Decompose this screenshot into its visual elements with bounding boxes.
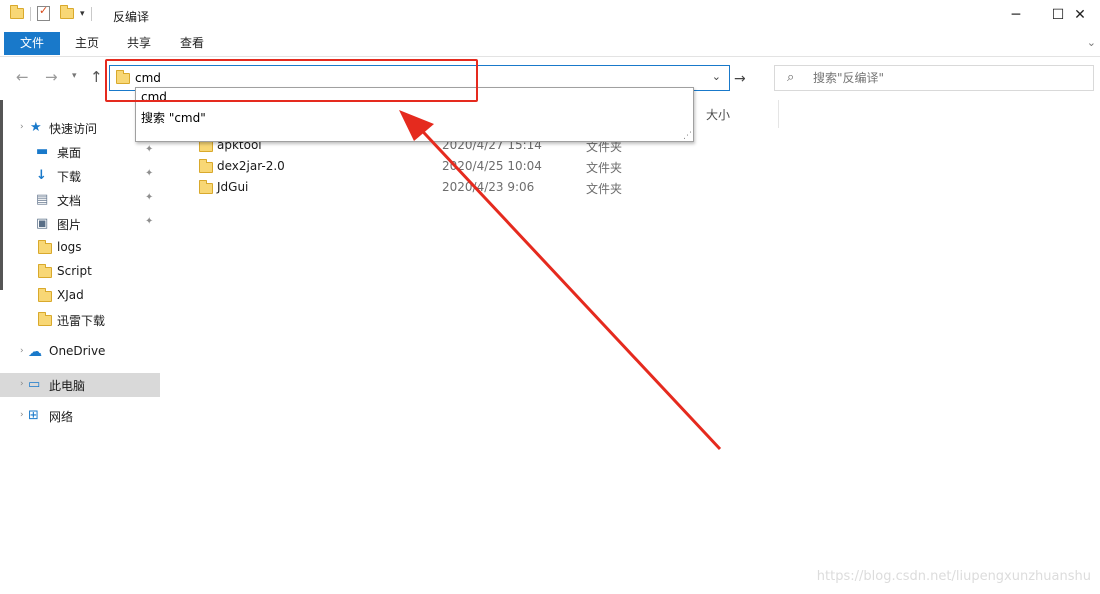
- sidebar-item-label: 快速访问: [49, 122, 98, 136]
- close-button[interactable]: ✕: [1060, 4, 1100, 28]
- folder-icon: [199, 159, 213, 173]
- folder-icon: [10, 5, 24, 19]
- desktop-icon: ▬: [36, 144, 49, 159]
- sidebar-item-label: 此电脑: [49, 379, 86, 393]
- sidebar-item-onedrive[interactable]: › ☁ OneDrive: [0, 340, 160, 364]
- sidebar-item-thunder-downloads[interactable]: 迅雷下载: [0, 308, 160, 332]
- sidebar-item-xjad[interactable]: XJad: [0, 284, 160, 308]
- cloud-icon: ☁: [28, 344, 42, 360]
- file-row-jdgui[interactable]: JdGui 2020/4/23 9:06 文件夹: [199, 177, 659, 197]
- watermark-text: https://blog.csdn.net/liupengxunzhuanshu: [816, 569, 1091, 584]
- annotation-highlight-box: [105, 59, 478, 102]
- sidebar-item-label: Script: [57, 264, 92, 278]
- recent-locations-icon[interactable]: ▾: [72, 71, 77, 81]
- document-icon: ▤: [36, 192, 49, 207]
- star-icon: ★: [30, 120, 42, 135]
- sidebar-item-label: XJad: [57, 288, 84, 302]
- pictures-icon: ▣: [36, 216, 49, 231]
- file-name: JdGui: [217, 180, 249, 194]
- pin-icon[interactable]: ✦: [145, 168, 153, 179]
- up-arrow-icon[interactable]: ↑: [90, 68, 103, 86]
- sidebar-item-label: 迅雷下载: [57, 314, 106, 328]
- sidebar-item-label: 图片: [57, 218, 82, 232]
- file-date: 2020/4/25 10:04: [442, 159, 542, 173]
- folder-icon: [199, 180, 213, 194]
- expand-chevron-icon[interactable]: ›: [20, 410, 24, 420]
- file-type: 文件夹: [586, 161, 623, 175]
- search-icon: ⌕: [787, 70, 795, 85]
- navigation-pane: › ★ 快速访问 ▬ 桌面 ✦ ↓ 下载 ✦ ▤ 文档 ✦ ▣ 图片 ✦ log…: [0, 112, 161, 442]
- properties-icon[interactable]: [37, 4, 50, 21]
- toolbar-separator: [90, 6, 92, 21]
- network-icon: ⊞: [28, 408, 39, 423]
- file-type: 文件夹: [586, 182, 623, 196]
- sidebar-item-desktop[interactable]: ▬ 桌面 ✦: [0, 140, 160, 164]
- back-arrow-icon[interactable]: ←: [16, 68, 29, 86]
- forward-arrow-icon[interactable]: →: [45, 68, 58, 86]
- address-history-chevron-icon[interactable]: ⌄: [712, 70, 721, 83]
- sidebar-item-label: 文档: [57, 194, 82, 208]
- sidebar-item-pictures[interactable]: ▣ 图片 ✦: [0, 212, 160, 236]
- sidebar-item-downloads[interactable]: ↓ 下载 ✦: [0, 164, 160, 188]
- ribbon-tabs: 文件 主页 共享 查看 ⌄: [0, 32, 1100, 56]
- search-input[interactable]: [813, 71, 1083, 85]
- file-date: 2020/4/23 9:06: [442, 180, 535, 194]
- expand-chevron-icon[interactable]: ›: [20, 346, 24, 356]
- download-icon: ↓: [36, 168, 47, 183]
- folder-icon: [38, 312, 52, 326]
- window-title: 反编译: [113, 10, 150, 24]
- sidebar-item-script[interactable]: Script: [0, 260, 160, 284]
- sidebar-item-label: 下载: [57, 170, 82, 184]
- sidebar-item-label: OneDrive: [49, 344, 106, 358]
- folder-icon: [38, 288, 52, 302]
- column-header-size[interactable]: 大小: [706, 106, 730, 123]
- suggestion-search-cmd[interactable]: 搜索 "cmd": [141, 109, 206, 126]
- quick-access-toolbar: ▾: [10, 4, 92, 21]
- expand-chevron-icon[interactable]: ›: [20, 122, 24, 132]
- sidebar-item-network[interactable]: › ⊞ 网络: [0, 404, 160, 428]
- customize-toolbar-icon[interactable]: ▾: [80, 9, 85, 19]
- computer-icon: ▭: [28, 377, 41, 392]
- column-divider[interactable]: [778, 100, 779, 128]
- new-folder-icon[interactable]: [60, 5, 74, 19]
- file-name: dex2jar-2.0: [217, 159, 285, 173]
- sidebar-item-this-pc[interactable]: › ▭ 此电脑: [0, 373, 160, 397]
- tab-file[interactable]: 文件: [4, 32, 60, 55]
- title-bar: ▾ 反编译 ─ ☐ ✕: [0, 0, 1100, 32]
- file-row-dex2jar[interactable]: dex2jar-2.0 2020/4/25 10:04 文件夹: [199, 156, 659, 176]
- minimize-button[interactable]: ─: [993, 4, 1039, 28]
- toolbar-separator: [30, 6, 31, 21]
- sidebar-item-label: 网络: [49, 410, 74, 424]
- tab-share[interactable]: 共享: [118, 32, 160, 55]
- go-arrow-icon[interactable]: →: [734, 71, 746, 87]
- resize-grip-icon[interactable]: ⋰: [683, 132, 692, 141]
- ribbon-divider: [0, 56, 1100, 57]
- pin-icon[interactable]: ✦: [145, 144, 153, 155]
- folder-icon: [38, 264, 52, 278]
- expand-chevron-icon[interactable]: ›: [20, 379, 24, 389]
- folder-icon: [199, 138, 213, 152]
- folder-icon: [38, 240, 52, 254]
- sidebar-item-label: 桌面: [57, 146, 82, 160]
- tab-home[interactable]: 主页: [66, 32, 108, 55]
- ribbon-expand-icon[interactable]: ⌄: [1087, 36, 1096, 49]
- search-box[interactable]: ⌕: [774, 65, 1094, 91]
- sidebar-item-logs[interactable]: logs: [0, 236, 160, 260]
- tab-view[interactable]: 查看: [171, 32, 213, 55]
- sidebar-item-label: logs: [57, 240, 82, 254]
- pin-icon[interactable]: ✦: [145, 216, 153, 227]
- sidebar-item-documents[interactable]: ▤ 文档 ✦: [0, 188, 160, 212]
- pin-icon[interactable]: ✦: [145, 192, 153, 203]
